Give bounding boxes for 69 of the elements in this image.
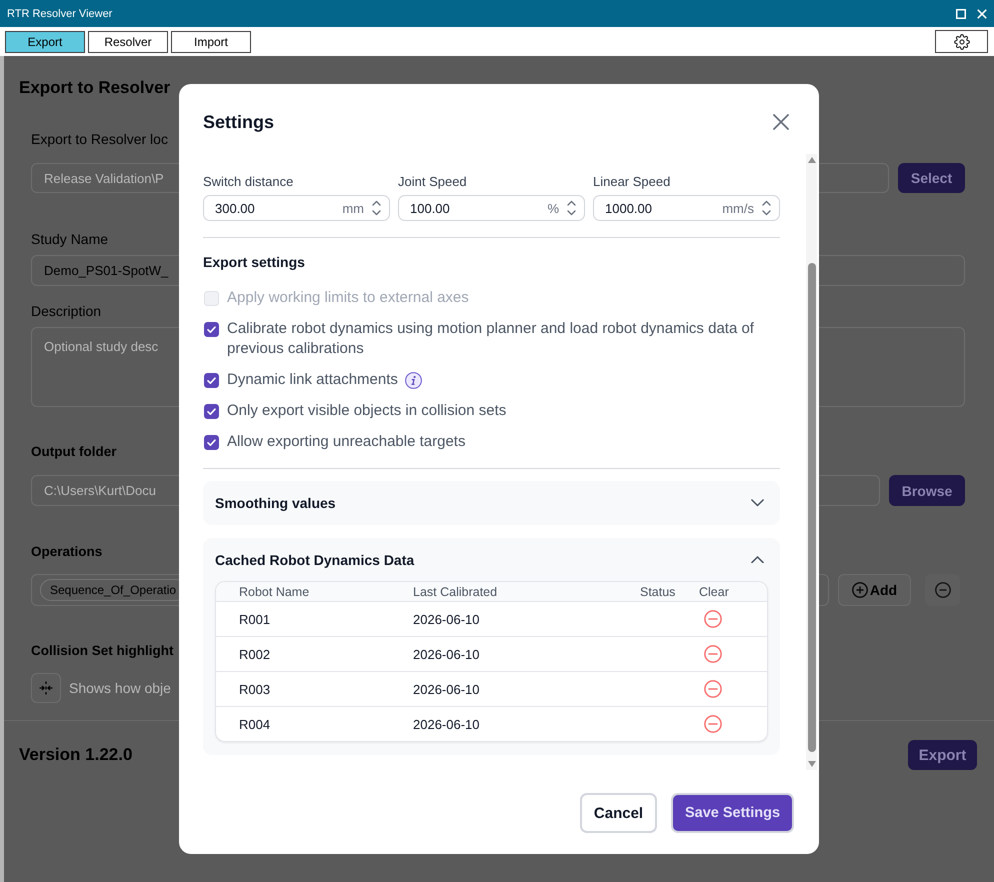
tab[interactable]: Export bbox=[5, 30, 85, 52]
accordion-header[interactable]: Smoothing values bbox=[203, 481, 780, 525]
minus-circle-icon[interactable] bbox=[704, 645, 722, 663]
info-icon[interactable] bbox=[404, 372, 422, 388]
option-label: Only export visible objects in collision sets bbox=[227, 401, 506, 421]
dialog-title: Settings bbox=[203, 112, 276, 132]
close-icon[interactable] bbox=[773, 114, 789, 130]
tab[interactable]: Resolver bbox=[88, 30, 168, 52]
option-label: Calibrate robot dynamics using motion planner and load robot dynamics data of previous calibrations bbox=[227, 319, 755, 359]
option-description: Shows how obje bbox=[69, 680, 171, 696]
page-heading: Export to Resolver bbox=[19, 77, 170, 99]
field-label: Joint Speed bbox=[398, 174, 467, 190]
scroll-down-arrow-icon[interactable] bbox=[808, 761, 816, 767]
chevron-down-icon[interactable] bbox=[751, 499, 764, 507]
table-cell: R001 bbox=[239, 612, 270, 626]
table-cell: 2026-06-10 bbox=[413, 612, 480, 626]
stepper-arrows-icon[interactable] bbox=[372, 200, 381, 216]
toggle-button[interactable] bbox=[31, 673, 61, 703]
option-label: Dynamic link attachments bbox=[227, 370, 398, 390]
table-cell: R004 bbox=[239, 716, 270, 732]
scroll-up-arrow-icon[interactable] bbox=[808, 157, 816, 163]
section-label: Operations bbox=[31, 544, 102, 560]
plus-circle-icon bbox=[852, 582, 868, 598]
number-field[interactable]: 1000.00 mm/s bbox=[593, 195, 780, 221]
number-field[interactable]: 100.00 % bbox=[398, 195, 585, 221]
scrollbar-thumb[interactable] bbox=[808, 263, 816, 752]
field-label: Description bbox=[31, 303, 102, 319]
field-label: Study Name bbox=[31, 231, 108, 247]
table-cell: 2026-06-10 bbox=[413, 682, 480, 696]
column-header: Last Calibrated bbox=[413, 584, 498, 598]
export-button[interactable]: Export bbox=[908, 740, 977, 770]
tab[interactable]: Import bbox=[171, 30, 251, 52]
column-header: Robot Name bbox=[239, 584, 310, 598]
option-label: Allow exporting unreachable targets bbox=[227, 432, 466, 452]
minus-circle-icon[interactable] bbox=[704, 610, 722, 628]
stepper-arrows-icon[interactable] bbox=[762, 200, 771, 216]
stepper-arrows-icon[interactable] bbox=[567, 200, 576, 216]
checkbox[interactable] bbox=[204, 404, 219, 418]
secondary-button[interactable]: Cancel bbox=[580, 793, 657, 833]
window-title: RTR Resolver Viewer bbox=[7, 8, 114, 20]
table-cell: 2026-06-10 bbox=[413, 716, 480, 732]
table-cell: R002 bbox=[239, 646, 270, 662]
section-title: Export settings bbox=[203, 253, 305, 272]
field-label: Export to Resolver loc bbox=[31, 131, 168, 147]
checkbox[interactable] bbox=[204, 322, 219, 336]
minus-circle-icon[interactable] bbox=[704, 715, 722, 733]
table-cell: R003 bbox=[239, 682, 270, 696]
number-field[interactable]: 300.00 mm bbox=[203, 195, 390, 221]
chevron-up-icon[interactable] bbox=[751, 556, 764, 564]
settings-button[interactable] bbox=[935, 30, 988, 53]
column-header: Clear bbox=[699, 584, 729, 598]
maximize-icon[interactable] bbox=[956, 8, 966, 18]
primary-button[interactable]: Save Settings bbox=[671, 793, 794, 833]
arrows-inward-icon bbox=[39, 681, 53, 695]
checkbox[interactable] bbox=[204, 372, 219, 388]
checkbox[interactable] bbox=[204, 434, 219, 450]
version-label: Version 1.22.0 bbox=[19, 745, 132, 765]
remove-button[interactable] bbox=[925, 574, 960, 606]
minus-circle-icon bbox=[934, 582, 950, 598]
accordion-header[interactable]: Cached Robot Dynamics Data bbox=[203, 538, 780, 581]
section-label: Collision Set highlight bbox=[31, 643, 174, 659]
column-header: Status bbox=[640, 584, 676, 598]
field-label: Linear Speed bbox=[593, 174, 670, 190]
minus-circle-icon[interactable] bbox=[704, 680, 722, 698]
table-cell: 2026-06-10 bbox=[413, 646, 480, 662]
option-label: Apply working limits to external axes bbox=[227, 288, 469, 308]
section-label: Output folder bbox=[31, 444, 116, 460]
settings-icon[interactable] bbox=[954, 34, 970, 50]
field-label: Switch distance bbox=[203, 174, 294, 190]
